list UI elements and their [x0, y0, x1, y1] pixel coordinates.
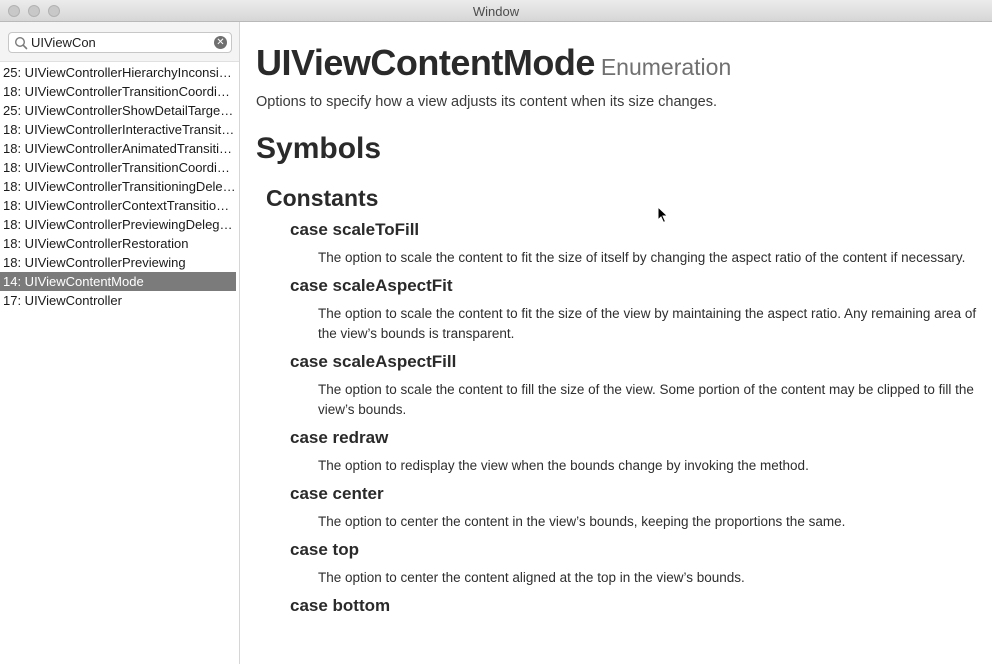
search-input[interactable]: [31, 34, 211, 51]
case-description: The option to scale the content to fit t…: [318, 250, 966, 265]
case-title: case center: [290, 484, 384, 503]
case-list: case scaleToFill The option to scale the …: [290, 220, 980, 616]
result-item[interactable]: 25: UIViewControllerHierarchyInconsisten…: [0, 63, 236, 82]
case-title: case scaleAspectFit: [290, 276, 453, 295]
case-title: case bottom: [290, 596, 391, 615]
search-field[interactable]: ✕: [8, 32, 232, 53]
page-summary: Options to specify how a view adjusts it…: [256, 94, 718, 110]
title-bar: Window: [0, 0, 992, 22]
search-area: ✕: [0, 22, 239, 62]
result-item[interactable]: 18: UIViewControllerTransitionCoordinato…: [0, 82, 236, 101]
doc-header: UIViewContentMode Enumeration: [256, 42, 731, 84]
case-title: case scaleAspectFill: [290, 352, 457, 371]
case-description: The option to center the content aligned…: [318, 570, 745, 585]
subsection-heading: Constants: [266, 185, 379, 211]
result-item[interactable]: 14: UIViewContentMode: [0, 272, 236, 291]
result-item[interactable]: 18: UIViewControllerPreviewing: [0, 253, 236, 272]
case-title: case top: [290, 540, 359, 559]
result-item[interactable]: 17: UIViewController: [0, 291, 236, 310]
case-description: The option to redisplay the view when th…: [318, 458, 809, 473]
mouse-pointer-icon: [657, 206, 669, 224]
result-item[interactable]: 18: UIViewControllerAnimatedTransitionin…: [0, 139, 236, 158]
case-description: The option to center the content in the …: [318, 514, 846, 529]
results-list: 25: UIViewControllerHierarchyInconsisten…: [0, 63, 239, 310]
section-heading: Symbols: [256, 132, 382, 165]
clear-search-icon[interactable]: ✕: [214, 36, 227, 49]
case-title: case redraw: [290, 428, 389, 447]
case-description: The option to scale the content to fit t…: [318, 306, 977, 341]
window-title: Window: [472, 4, 520, 19]
result-item[interactable]: 18: UIViewControllerTransitioningDelegat…: [0, 177, 236, 196]
result-item[interactable]: 18: UIViewControllerContextTransitioning: [0, 196, 236, 215]
case-title: case scaleToFill: [290, 220, 420, 239]
sidebar: ✕ 25: UIViewControllerHierarchyInconsist…: [0, 22, 240, 664]
result-item[interactable]: 25: UIViewControllerShowDetailTargetDidC…: [0, 101, 236, 120]
search-icon: [14, 36, 28, 50]
result-item[interactable]: 18: UIViewControllerPreviewingDelegate: [0, 215, 236, 234]
result-item[interactable]: 18: UIViewControllerInteractiveTransitio…: [0, 120, 236, 139]
page-title: UIViewContentMode: [256, 42, 595, 83]
doc-view: UIViewContentMode Enumeration Options to …: [241, 22, 992, 664]
case-description: The option to scale the content to fill …: [318, 382, 974, 417]
result-item[interactable]: 18: UIViewControllerTransitionCoordinato…: [0, 158, 236, 177]
page-kind: Enumeration: [600, 54, 732, 80]
result-item[interactable]: 18: UIViewControllerRestoration: [0, 234, 236, 253]
